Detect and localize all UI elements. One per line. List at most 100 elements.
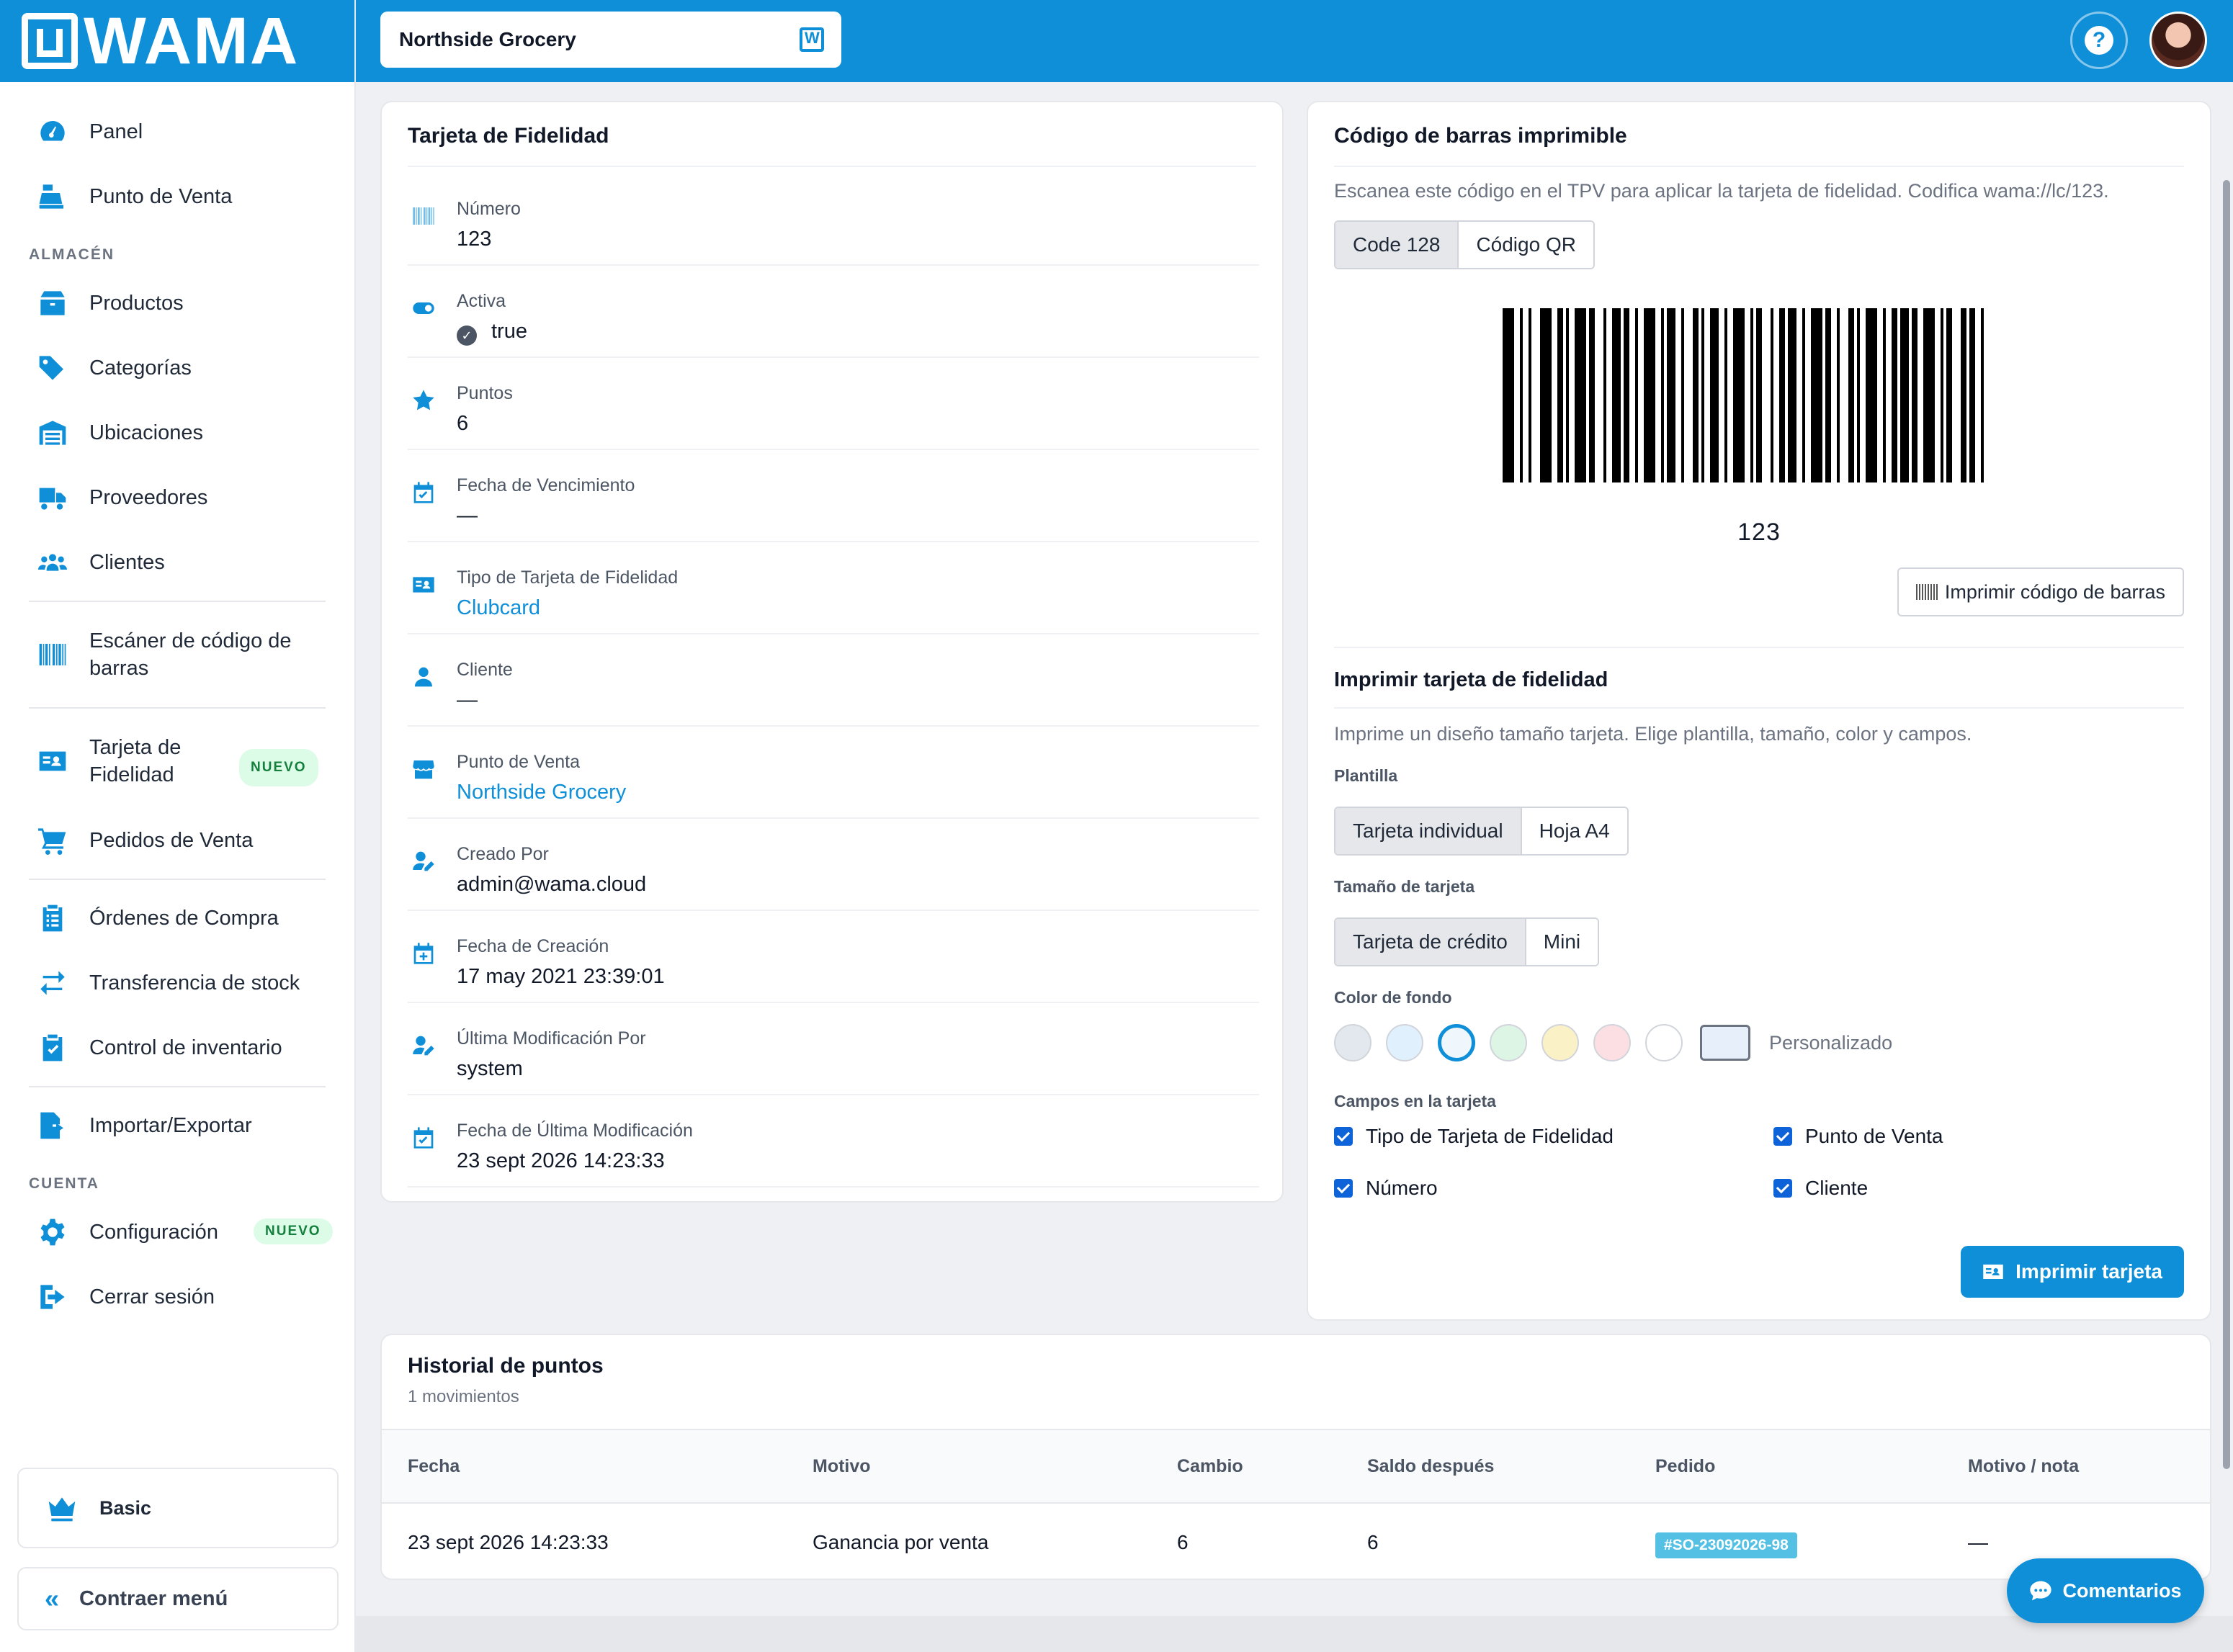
sidebar-item-panel[interactable]: Panel bbox=[0, 99, 354, 164]
store-icon bbox=[412, 758, 437, 782]
sidebar-item-customers[interactable]: Clientes bbox=[0, 530, 354, 595]
sidebar-item-settings[interactable]: Configuración NUEVO bbox=[0, 1200, 354, 1265]
field-value-link[interactable]: Clubcard bbox=[457, 596, 540, 620]
print-barcode-button[interactable]: Imprimir código de barras bbox=[1897, 567, 2184, 616]
detail-field: Cliente — bbox=[408, 635, 1259, 727]
color-swatch[interactable] bbox=[1490, 1024, 1527, 1061]
collapse-menu-button[interactable]: « Contraer menú bbox=[17, 1567, 339, 1630]
column-header-order[interactable]: Pedido bbox=[1655, 1456, 1715, 1477]
cart-icon bbox=[36, 824, 69, 857]
sidebar-item-label: Escáner de código de barras bbox=[89, 629, 292, 680]
color-swatch[interactable] bbox=[1334, 1024, 1371, 1061]
sidebar-item-stock-transfer[interactable]: Transferencia de stock bbox=[0, 951, 354, 1015]
sidebar-item-products[interactable]: Productos bbox=[0, 271, 354, 336]
color-swatch[interactable] bbox=[1541, 1024, 1579, 1061]
sidebar-item-locations[interactable]: Ubicaciones bbox=[0, 400, 354, 465]
barcode-bar bbox=[1883, 308, 1886, 482]
color-swatches: Personalizado bbox=[1334, 1024, 1892, 1061]
print-card-button[interactable]: Imprimir tarjeta bbox=[1961, 1246, 2184, 1298]
barcode-bar bbox=[1710, 308, 1719, 482]
sidebar-item-categories[interactable]: Categorías bbox=[0, 336, 354, 400]
barcode-bar bbox=[1825, 308, 1831, 482]
sidebar-item-sales-orders[interactable]: Pedidos de Venta bbox=[0, 808, 354, 873]
sidebar-item-purchase-orders[interactable]: Órdenes de Compra bbox=[0, 886, 354, 951]
field-value-link[interactable]: Northside Grocery bbox=[457, 781, 626, 804]
sidebar-item-label: Ubicaciones bbox=[89, 421, 203, 444]
print-card-description: Imprime un diseño tamaño tarjeta. Elige … bbox=[1334, 723, 1972, 745]
plan-box[interactable]: Basic bbox=[17, 1468, 339, 1548]
barcode-bar bbox=[1848, 308, 1854, 482]
color-swatch[interactable] bbox=[1645, 1024, 1683, 1061]
divider bbox=[1334, 166, 2184, 167]
sidebar-item-label: Clientes bbox=[89, 550, 165, 574]
template-single-card[interactable]: Tarjeta individual bbox=[1335, 808, 1521, 854]
sidebar-item-inventory-control[interactable]: Control de inventario bbox=[0, 1015, 354, 1080]
column-header-change[interactable]: Cambio bbox=[1177, 1456, 1243, 1477]
history-count: 1 movimientos bbox=[408, 1387, 519, 1406]
field-value: 6 bbox=[457, 412, 469, 435]
sidebar-item-import-export[interactable]: Importar/Exportar bbox=[0, 1093, 354, 1158]
feedback-chat-button[interactable]: Comentarios bbox=[2007, 1558, 2204, 1623]
tab-code128[interactable]: Code 128 bbox=[1335, 222, 1458, 268]
sidebar-item-suppliers[interactable]: Proveedores bbox=[0, 465, 354, 530]
color-swatch[interactable] bbox=[1593, 1024, 1631, 1061]
barcode-bar bbox=[1750, 308, 1753, 482]
column-header-balance[interactable]: Saldo después bbox=[1367, 1456, 1494, 1477]
checkbox-number[interactable]: Número bbox=[1334, 1177, 1438, 1200]
sidebar-item-loyalty-card[interactable]: Tarjeta de Fidelidad NUEVO bbox=[0, 714, 354, 808]
column-header-note[interactable]: Motivo / nota bbox=[1968, 1456, 2079, 1477]
size-toggle: Tarjeta de crédito Mini bbox=[1334, 917, 1600, 966]
wama-logo[interactable]: WAMA bbox=[22, 8, 299, 74]
clipboard-check-icon bbox=[36, 1031, 69, 1064]
barcode-bar bbox=[1779, 308, 1785, 482]
size-credit-card[interactable]: Tarjeta de crédito bbox=[1335, 919, 1525, 965]
divider bbox=[1334, 647, 2184, 648]
cell-reason: Ganancia por venta bbox=[813, 1531, 989, 1553]
sidebar-item-logout[interactable]: Cerrar sesión bbox=[0, 1265, 354, 1329]
sidebar-item-label: Cerrar sesión bbox=[89, 1285, 215, 1308]
brand-header: WAMA bbox=[0, 0, 354, 82]
page-scrollbar[interactable] bbox=[2223, 180, 2230, 1469]
sidebar-item-pos[interactable]: Punto de Venta bbox=[0, 164, 354, 229]
user-avatar[interactable] bbox=[2149, 12, 2207, 69]
barcode-bar bbox=[1624, 308, 1629, 482]
check-circle-icon: ✓ bbox=[457, 326, 477, 346]
store-selector[interactable]: Northside Grocery bbox=[380, 12, 841, 68]
custom-color-picker[interactable] bbox=[1700, 1025, 1750, 1061]
help-button[interactable]: ? bbox=[2070, 12, 2128, 69]
barcode-title: Código de barras imprimible bbox=[1334, 124, 1627, 148]
detail-field: Activa ✓ true bbox=[408, 266, 1259, 358]
barcode-bar bbox=[1941, 308, 1943, 482]
column-header-reason[interactable]: Motivo bbox=[813, 1456, 871, 1477]
sidebar-item-scanner[interactable]: Escáner de código de barras bbox=[0, 608, 354, 701]
barcode-bar bbox=[1503, 308, 1514, 482]
field-value: — bbox=[457, 504, 478, 527]
checkbox-loyalty-type[interactable]: Tipo de Tarjeta de Fidelidad bbox=[1334, 1125, 1614, 1148]
checkbox-point-of-sale[interactable]: Punto de Venta bbox=[1773, 1125, 1943, 1148]
barcode-number: 123 bbox=[1737, 519, 1781, 546]
barcode-bar bbox=[1575, 308, 1586, 482]
detail-field: Número 123 bbox=[408, 174, 1259, 266]
barcode-bar bbox=[1520, 308, 1523, 482]
cell-balance: 6 bbox=[1367, 1531, 1379, 1553]
color-swatch[interactable] bbox=[1386, 1024, 1423, 1061]
color-swatch[interactable] bbox=[1438, 1024, 1475, 1061]
sidebar-nav: Panel Punto de Venta ALMACÉN Productos C… bbox=[0, 82, 354, 1329]
barcode-bar bbox=[1603, 308, 1606, 482]
barcode-bar bbox=[1661, 308, 1664, 482]
footer-strip bbox=[356, 1616, 2233, 1652]
field-label: Puntos bbox=[457, 383, 513, 403]
template-a4-sheet[interactable]: Hoja A4 bbox=[1520, 808, 1627, 854]
users-icon bbox=[36, 546, 69, 579]
new-badge: NUEVO bbox=[239, 749, 318, 786]
order-link-tag[interactable]: #SO-23092026-98 bbox=[1655, 1532, 1797, 1558]
column-header-date[interactable]: Fecha bbox=[408, 1456, 460, 1477]
checkbox-customer[interactable]: Cliente bbox=[1773, 1177, 1868, 1200]
barcode-icon bbox=[36, 638, 69, 671]
points-history: Historial de puntos 1 movimientos Fecha … bbox=[380, 1334, 2211, 1580]
question-icon: ? bbox=[2085, 26, 2113, 55]
tab-qr-code[interactable]: Código QR bbox=[1457, 222, 1593, 268]
field-label: Número bbox=[457, 199, 521, 219]
field-value: 123 bbox=[457, 228, 492, 251]
size-mini[interactable]: Mini bbox=[1524, 919, 1598, 965]
